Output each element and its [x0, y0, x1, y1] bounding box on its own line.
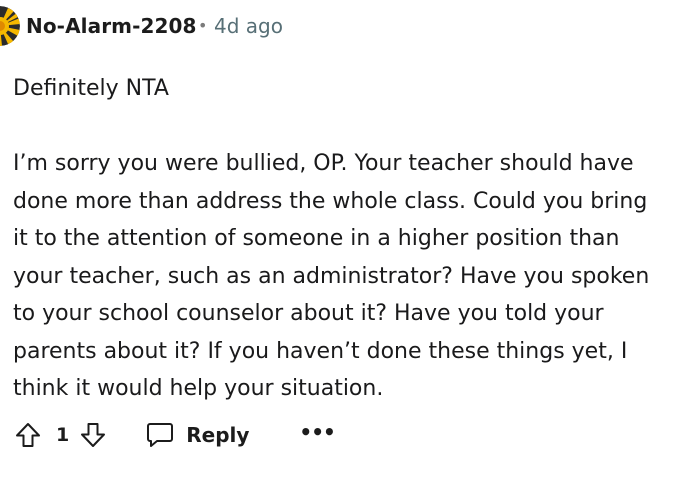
comment-line: it to the attention of someone in a high…	[13, 226, 620, 251]
comment-line: to your school counselor about it? Have …	[13, 301, 604, 326]
snoo-avatar-icon	[0, 6, 20, 46]
vote-controls: 1	[14, 421, 107, 449]
speech-bubble-icon	[147, 423, 174, 447]
more-options-button[interactable]: •••	[299, 420, 335, 444]
comment-line: done more than address the whole class. …	[13, 188, 648, 214]
comment-author[interactable]: No-Alarm-2208	[26, 14, 197, 38]
comment-body: Definitely NTA I’m sorry you were bullie…	[13, 70, 693, 408]
downvote-button[interactable]	[79, 421, 107, 449]
comment-action-bar: 1 Reply •••	[14, 415, 336, 455]
vote-score: 1	[56, 424, 70, 446]
comment-line: your teacher, such as an administrator? …	[13, 263, 650, 289]
comment-line: Definitely NTA	[13, 76, 169, 101]
comment-timestamp[interactable]: 4d ago	[214, 14, 283, 38]
meta-separator: •	[198, 16, 208, 35]
comment-line: think it would help your situation.	[13, 376, 384, 401]
comment-line: parents about it? If you haven’t done th…	[13, 338, 628, 364]
comment: No-Alarm-2208 • 4d ago Definitely NTA I’…	[0, 0, 698, 477]
comment-line: I’m sorry you were bullied, OP. Your tea…	[13, 151, 634, 176]
upvote-arrow-icon	[16, 423, 40, 447]
user-avatar[interactable]	[0, 6, 20, 46]
reply-label: Reply	[186, 423, 250, 447]
reply-button[interactable]: Reply	[145, 421, 249, 449]
upvote-button[interactable]	[14, 421, 42, 449]
downvote-arrow-icon	[81, 423, 106, 447]
